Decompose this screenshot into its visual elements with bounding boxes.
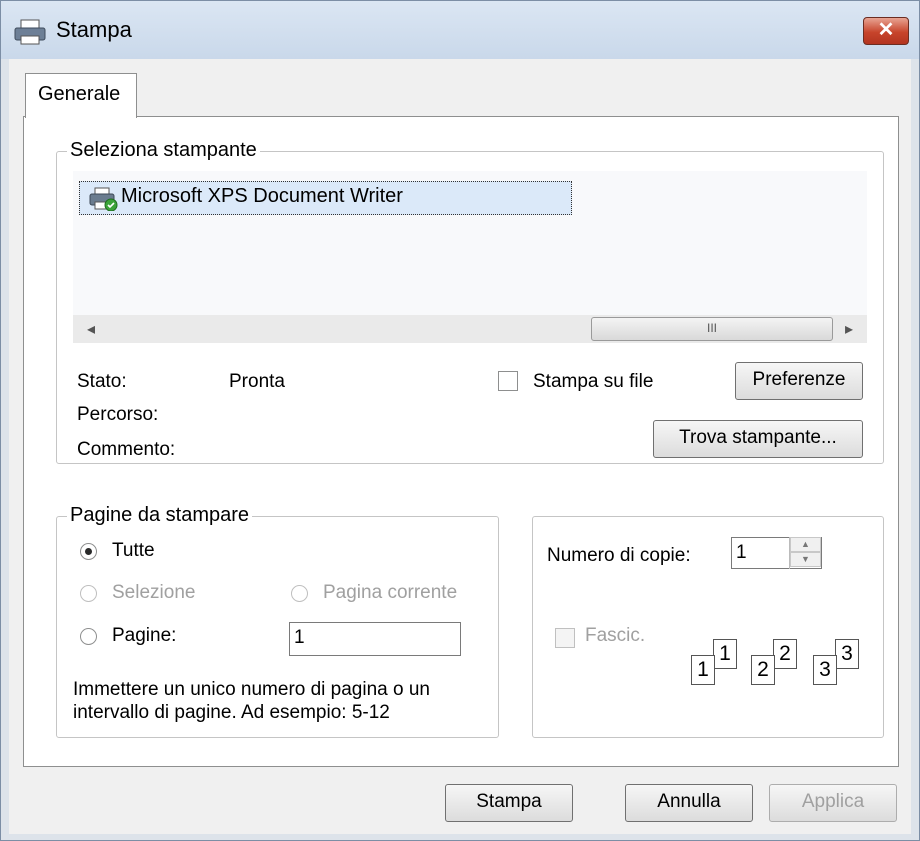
collate-label: Fascic. (585, 625, 646, 646)
printer-group-legend: Seleziona stampante (67, 139, 260, 162)
collate-page-front: 3 (813, 655, 837, 685)
collate-checkbox[interactable] (555, 628, 575, 648)
print-button[interactable]: Stampa (445, 784, 573, 822)
pages-input[interactable]: 1 (289, 622, 461, 656)
status-label: Stato: (77, 371, 127, 392)
printer-ready-icon (89, 187, 118, 211)
radio-pages-label: Pagine: (112, 625, 177, 646)
collate-page-back: 2 (773, 639, 797, 669)
pages-hint-line1: Immettere un unico numero di pagina o un (73, 679, 430, 700)
spin-up-icon[interactable]: ▲ (790, 537, 821, 552)
find-printer-button[interactable]: Trova stampante... (653, 420, 863, 458)
close-button[interactable]: ✕ (863, 17, 909, 45)
title-bar[interactable]: Stampa ✕ (1, 1, 919, 59)
collate-page-front: 2 (751, 655, 775, 685)
collate-page-back: 1 (713, 639, 737, 669)
radio-pages[interactable] (80, 628, 97, 645)
collate-page-front: 1 (691, 655, 715, 685)
collate-page-back: 3 (835, 639, 859, 669)
radio-all[interactable] (80, 543, 97, 560)
status-value: Pronta (229, 371, 285, 392)
comment-label: Commento: (77, 439, 176, 460)
radio-current-page-label: Pagina corrente (323, 582, 458, 603)
printer-name: Microsoft XPS Document Writer (121, 185, 403, 207)
scroll-left-icon[interactable]: ◂ (87, 319, 95, 339)
tab-label: Generale (38, 83, 121, 105)
window-title: Stampa (56, 17, 132, 42)
radio-selected-dot (85, 548, 92, 555)
radio-selection[interactable] (80, 585, 97, 602)
path-label: Percorso: (77, 404, 159, 425)
copies-spinner[interactable]: ▲ ▼ (789, 537, 821, 569)
pages-hint-line2: intervallo di pagine. Ad esempio: 5-12 (73, 702, 390, 723)
scrollbar-thumb[interactable]: III (591, 317, 833, 341)
print-dialog: Stampa ✕ Generale Seleziona stampante Mi… (0, 0, 920, 841)
radio-all-label: Tutte (112, 540, 155, 561)
copies-label: Numero di copie: (547, 545, 691, 566)
printer-icon (14, 19, 46, 45)
tab-generale[interactable]: Generale (25, 73, 137, 118)
spin-down-icon[interactable]: ▼ (790, 552, 821, 567)
radio-selection-label: Selezione (112, 582, 196, 603)
scroll-right-icon[interactable]: ▸ (845, 319, 853, 339)
cancel-button[interactable]: Annulla (625, 784, 753, 822)
print-to-file-label: Stampa su file (533, 371, 654, 392)
pages-group-legend: Pagine da stampare (67, 504, 253, 527)
radio-current-page[interactable] (291, 585, 308, 602)
preferences-button[interactable]: Preferenze (735, 362, 863, 400)
apply-button[interactable]: Applica (769, 784, 897, 822)
print-to-file-checkbox[interactable] (498, 371, 518, 391)
